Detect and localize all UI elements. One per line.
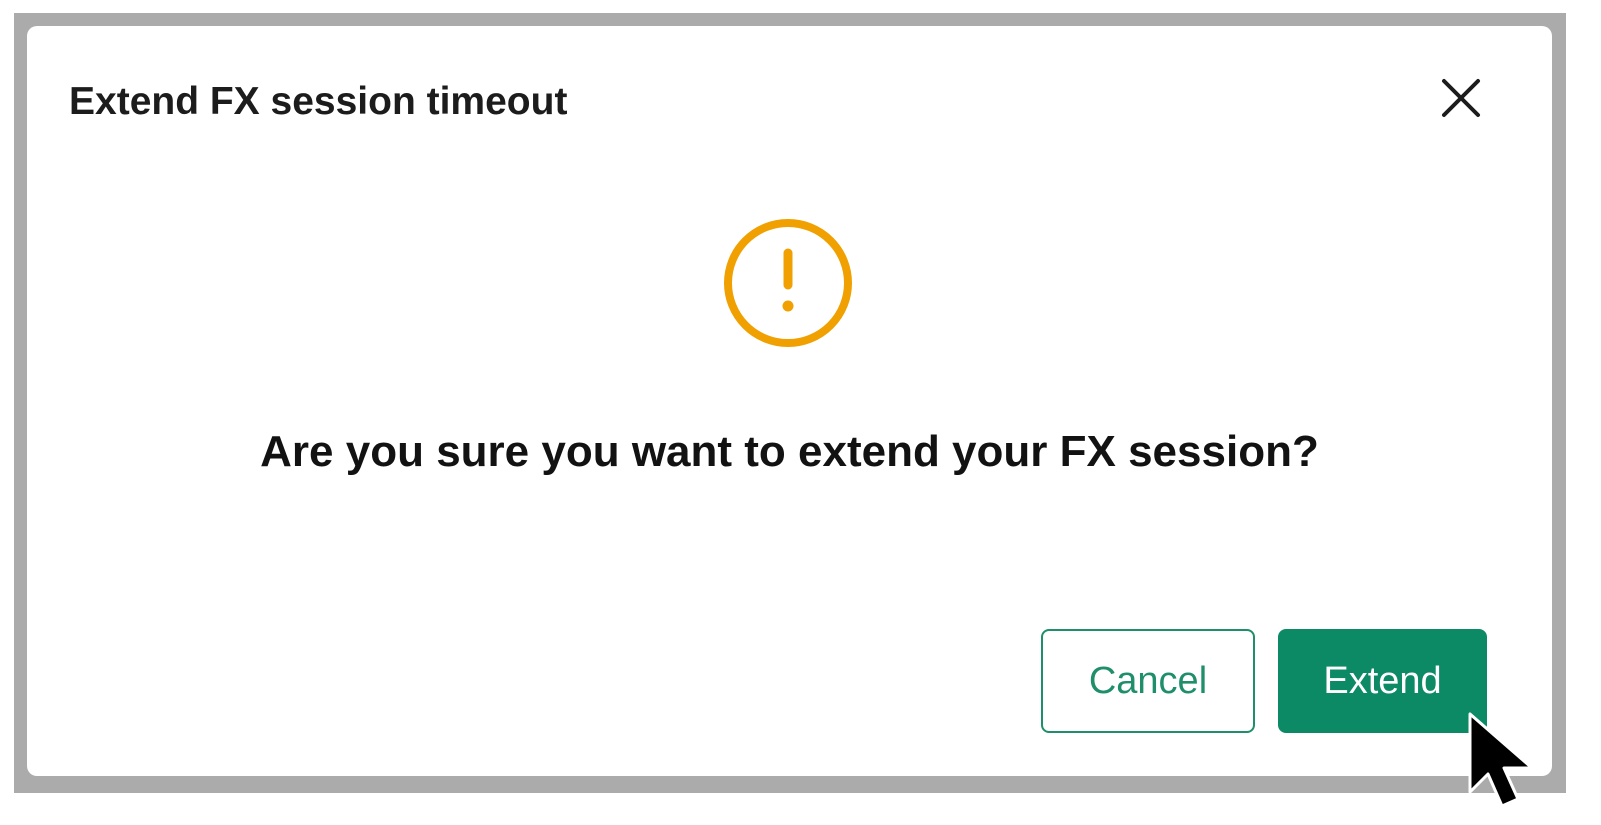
dialog-title: Extend FX session timeout bbox=[69, 80, 568, 123]
session-timeout-dialog: Extend FX session timeout Are you sure y… bbox=[27, 26, 1552, 776]
dialog-message: Are you sure you want to extend your FX … bbox=[260, 427, 1319, 476]
close-button[interactable] bbox=[1433, 70, 1489, 126]
extend-button[interactable]: Extend bbox=[1278, 629, 1487, 733]
close-icon bbox=[1442, 79, 1480, 117]
warning-icon bbox=[724, 219, 852, 347]
cancel-button[interactable]: Cancel bbox=[1041, 629, 1255, 733]
